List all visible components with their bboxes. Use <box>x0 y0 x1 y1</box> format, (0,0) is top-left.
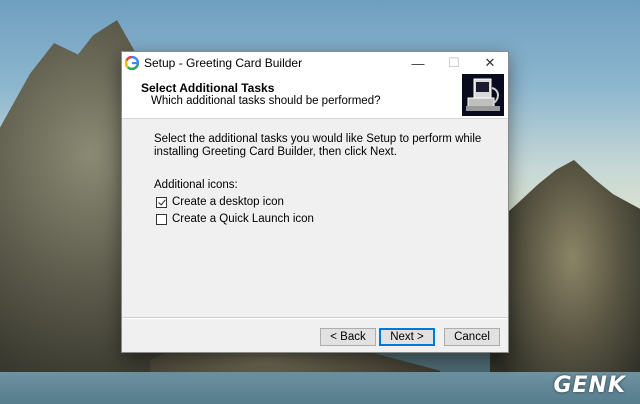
page-subtitle: Which additional tasks should be perform… <box>151 95 381 107</box>
title-bar[interactable]: Setup - Greeting Card Builder — ☐ ✕ <box>122 52 508 74</box>
caption-buttons: — ☐ ✕ <box>400 52 508 74</box>
wizard-header: Select Additional Tasks Which additional… <box>122 74 508 119</box>
back-button[interactable]: < Back <box>320 328 376 346</box>
desktop-icon-checkbox[interactable] <box>156 196 167 208</box>
installer-computer-icon <box>462 74 504 116</box>
instructions-text: Select the additional tasks you would li… <box>154 133 482 158</box>
wizard-body: Select the additional tasks you would li… <box>122 119 508 309</box>
minimize-button[interactable]: — <box>400 52 436 74</box>
next-button[interactable]: Next > <box>379 328 435 346</box>
quick-launch-label[interactable]: Create a Quick Launch icon <box>172 213 314 225</box>
watermark-logo: GENK <box>553 373 626 398</box>
footer-divider <box>122 317 508 319</box>
background-cliff-right <box>490 160 640 404</box>
task-quick-launch-icon[interactable]: Create a Quick Launch icon <box>156 213 314 225</box>
additional-icons-label: Additional icons: <box>154 179 238 191</box>
setup-dialog: Setup - Greeting Card Builder — ☐ ✕ Sele… <box>121 51 509 353</box>
desktop-icon-label[interactable]: Create a desktop icon <box>172 196 284 208</box>
maximize-button[interactable]: ☐ <box>436 52 472 74</box>
page-title: Select Additional Tasks <box>141 81 275 95</box>
window-title: Setup - Greeting Card Builder <box>144 56 303 70</box>
setup-app-icon <box>125 56 139 70</box>
cancel-button[interactable]: Cancel <box>444 328 500 346</box>
task-desktop-icon[interactable]: Create a desktop icon <box>156 196 284 208</box>
quick-launch-checkbox[interactable] <box>156 213 167 225</box>
background-sea <box>0 372 640 404</box>
close-button[interactable]: ✕ <box>472 52 508 74</box>
